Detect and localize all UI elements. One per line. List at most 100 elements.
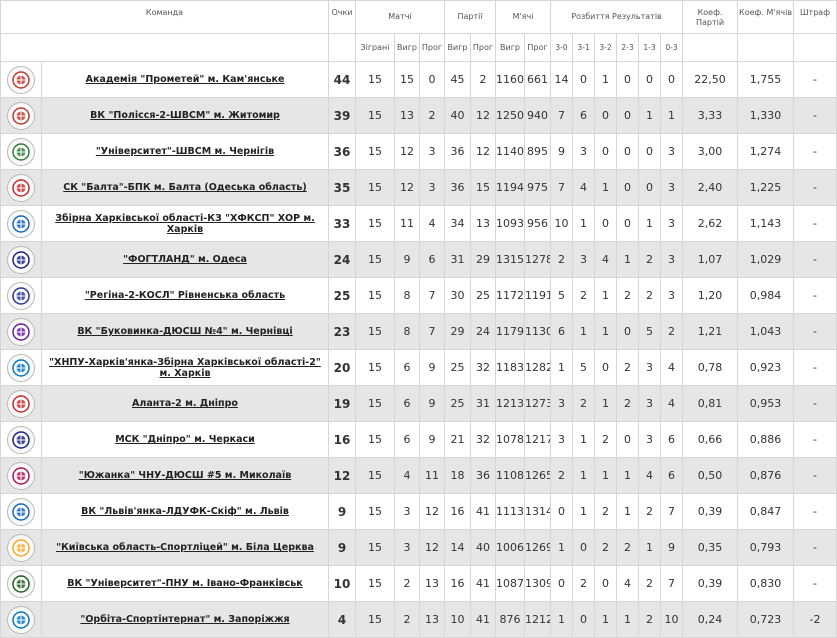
cell-sets-won: 31 [444,241,471,278]
cell-result-3-1: 1 [572,205,596,242]
cell-result-3-1: 3 [572,133,596,170]
cell-result-3-2: 1 [594,169,618,206]
cell-penalty: - [793,97,837,134]
cell-result-1-3: 4 [638,457,662,494]
cell-result-3-2: 1 [594,601,618,638]
team-logo-icon [7,497,35,526]
cell-result-3-1: 0 [572,61,596,98]
logo-cell [0,97,42,134]
cell-result-3-2: 0 [594,349,618,386]
cell-coef-sets: 0,35 [682,529,739,566]
cell-penalty: - [793,565,837,602]
cell-balls-won: 1194 [495,169,526,206]
cell-played: 15 [355,349,395,386]
cell-result-1-3: 3 [638,349,662,386]
cell-result-1-3: 1 [638,205,662,242]
table-row: "Регіна-2-КОСЛ" Рівненська область 25 15 8 7… [0,277,837,314]
team-name-link[interactable]: Збірна Харківської області-КЗ "ХФКСП" ХО… [41,205,329,242]
cell-result-3-1: 2 [572,385,596,422]
team-name-link[interactable]: ВК "Полісся-2-ШВСМ" м. Житомир [41,97,329,134]
team-name-link[interactable]: ВК "Буковинка-ДЮСШ №4" м. Чернівці [41,313,329,350]
cell-penalty: - [793,313,837,350]
cell-sets-lost: 12 [469,97,497,134]
cell-balls-lost: 1278 [524,241,552,278]
cell-sets-lost: 41 [469,493,497,530]
cell-result-0-3: 4 [660,349,684,386]
cell-result-0-3: 4 [660,385,684,422]
cell-played: 15 [355,457,395,494]
cell-result-3-0: 1 [550,601,574,638]
cell-coef-balls: 1,225 [737,169,795,206]
cell-balls-lost: 1191 [524,277,552,314]
cell-played: 15 [355,205,395,242]
cell-result-0-3: 2 [660,313,684,350]
logo-cell [0,241,42,278]
cell-result-3-1: 4 [572,169,596,206]
cell-sets-won: 14 [444,529,471,566]
cell-balls-won: 1179 [495,313,526,350]
header-won: Вигр [394,33,420,62]
cell-lost: 12 [419,529,445,566]
cell-played: 15 [355,529,395,566]
cell-lost: 3 [419,169,445,206]
team-logo-icon [7,605,35,634]
team-name-link[interactable]: ВК "Львів'янка-ЛДУФК-Скіф" м. Львів [41,493,329,530]
cell-lost: 12 [419,493,445,530]
cell-played: 15 [355,313,395,350]
cell-coef-balls: 0,953 [737,385,795,422]
cell-result-3-0: 6 [550,313,574,350]
team-name-link[interactable]: "Регіна-2-КОСЛ" Рівненська область [41,277,329,314]
team-name-link[interactable]: СК "Балта"-БПК м. Балта (Одеська область… [41,169,329,206]
cell-coef-balls: 1,043 [737,313,795,350]
team-name-link[interactable]: "Київська область-Спортліцей" м. Біла Це… [41,529,329,566]
cell-balls-won: 1250 [495,97,526,134]
cell-played: 15 [355,133,395,170]
header-coef-sets: Коеф. Партій [682,0,739,34]
cell-won: 3 [394,493,420,530]
cell-result-3-1: 3 [572,241,596,278]
cell-won: 8 [394,313,420,350]
cell-lost: 13 [419,601,445,638]
cell-result-3-2: 0 [594,205,618,242]
header-result-2-3: 2-3 [616,33,640,62]
team-name-link[interactable]: "Університет"-ШВСМ м. Чернігів [41,133,329,170]
cell-sets-lost: 32 [469,349,497,386]
cell-sets-won: 25 [444,385,471,422]
cell-lost: 13 [419,565,445,602]
team-name-link[interactable]: Академія "Прометей" м. Кам'янське [41,61,329,98]
team-logo-icon [7,569,35,598]
cell-sets-lost: 24 [469,313,497,350]
cell-balls-won: 1087 [495,565,526,602]
cell-sets-lost: 15 [469,169,497,206]
cell-result-2-3: 0 [616,421,640,458]
team-logo-icon [7,137,35,166]
cell-result-2-3: 0 [616,61,640,98]
logo-cell [0,133,42,170]
cell-balls-won: 1213 [495,385,526,422]
cell-result-1-3: 2 [638,493,662,530]
cell-result-3-2: 1 [594,277,618,314]
header-coef-balls-sub [737,33,795,62]
team-name-link[interactable]: Аланта-2 м. Дніпро [41,385,329,422]
cell-result-1-3: 2 [638,241,662,278]
cell-result-0-3: 9 [660,529,684,566]
cell-result-3-2: 4 [594,241,618,278]
cell-points: 9 [328,493,356,530]
team-name-link[interactable]: "ХНПУ-Харків'янка-Збірна Харківської обл… [41,349,329,386]
team-name-link[interactable]: "Южанка" ЧНУ-ДЮСШ #5 м. Миколаїв [41,457,329,494]
cell-won: 6 [394,349,420,386]
team-name-link[interactable]: ВК "Університет"-ПНУ м. Івано-Франківськ [41,565,329,602]
cell-result-0-3: 3 [660,241,684,278]
cell-result-3-1: 1 [572,493,596,530]
table-row: Академія "Прометей" м. Кам'янське 44 15 15 0… [0,61,837,98]
cell-points: 4 [328,601,356,638]
cell-points: 24 [328,241,356,278]
team-name-link[interactable]: "Орбіта-Спортінтернат" м. Запоріжжя [41,601,329,638]
cell-result-2-3: 1 [616,241,640,278]
team-name-link[interactable]: МСК "Дніпро" м. Черкаси [41,421,329,458]
logo-cell [0,493,42,530]
team-name-link[interactable]: "ФОГТЛАНД" м. Одеса [41,241,329,278]
logo-cell [0,385,42,422]
cell-result-3-2: 2 [594,529,618,566]
cell-result-3-0: 7 [550,97,574,134]
